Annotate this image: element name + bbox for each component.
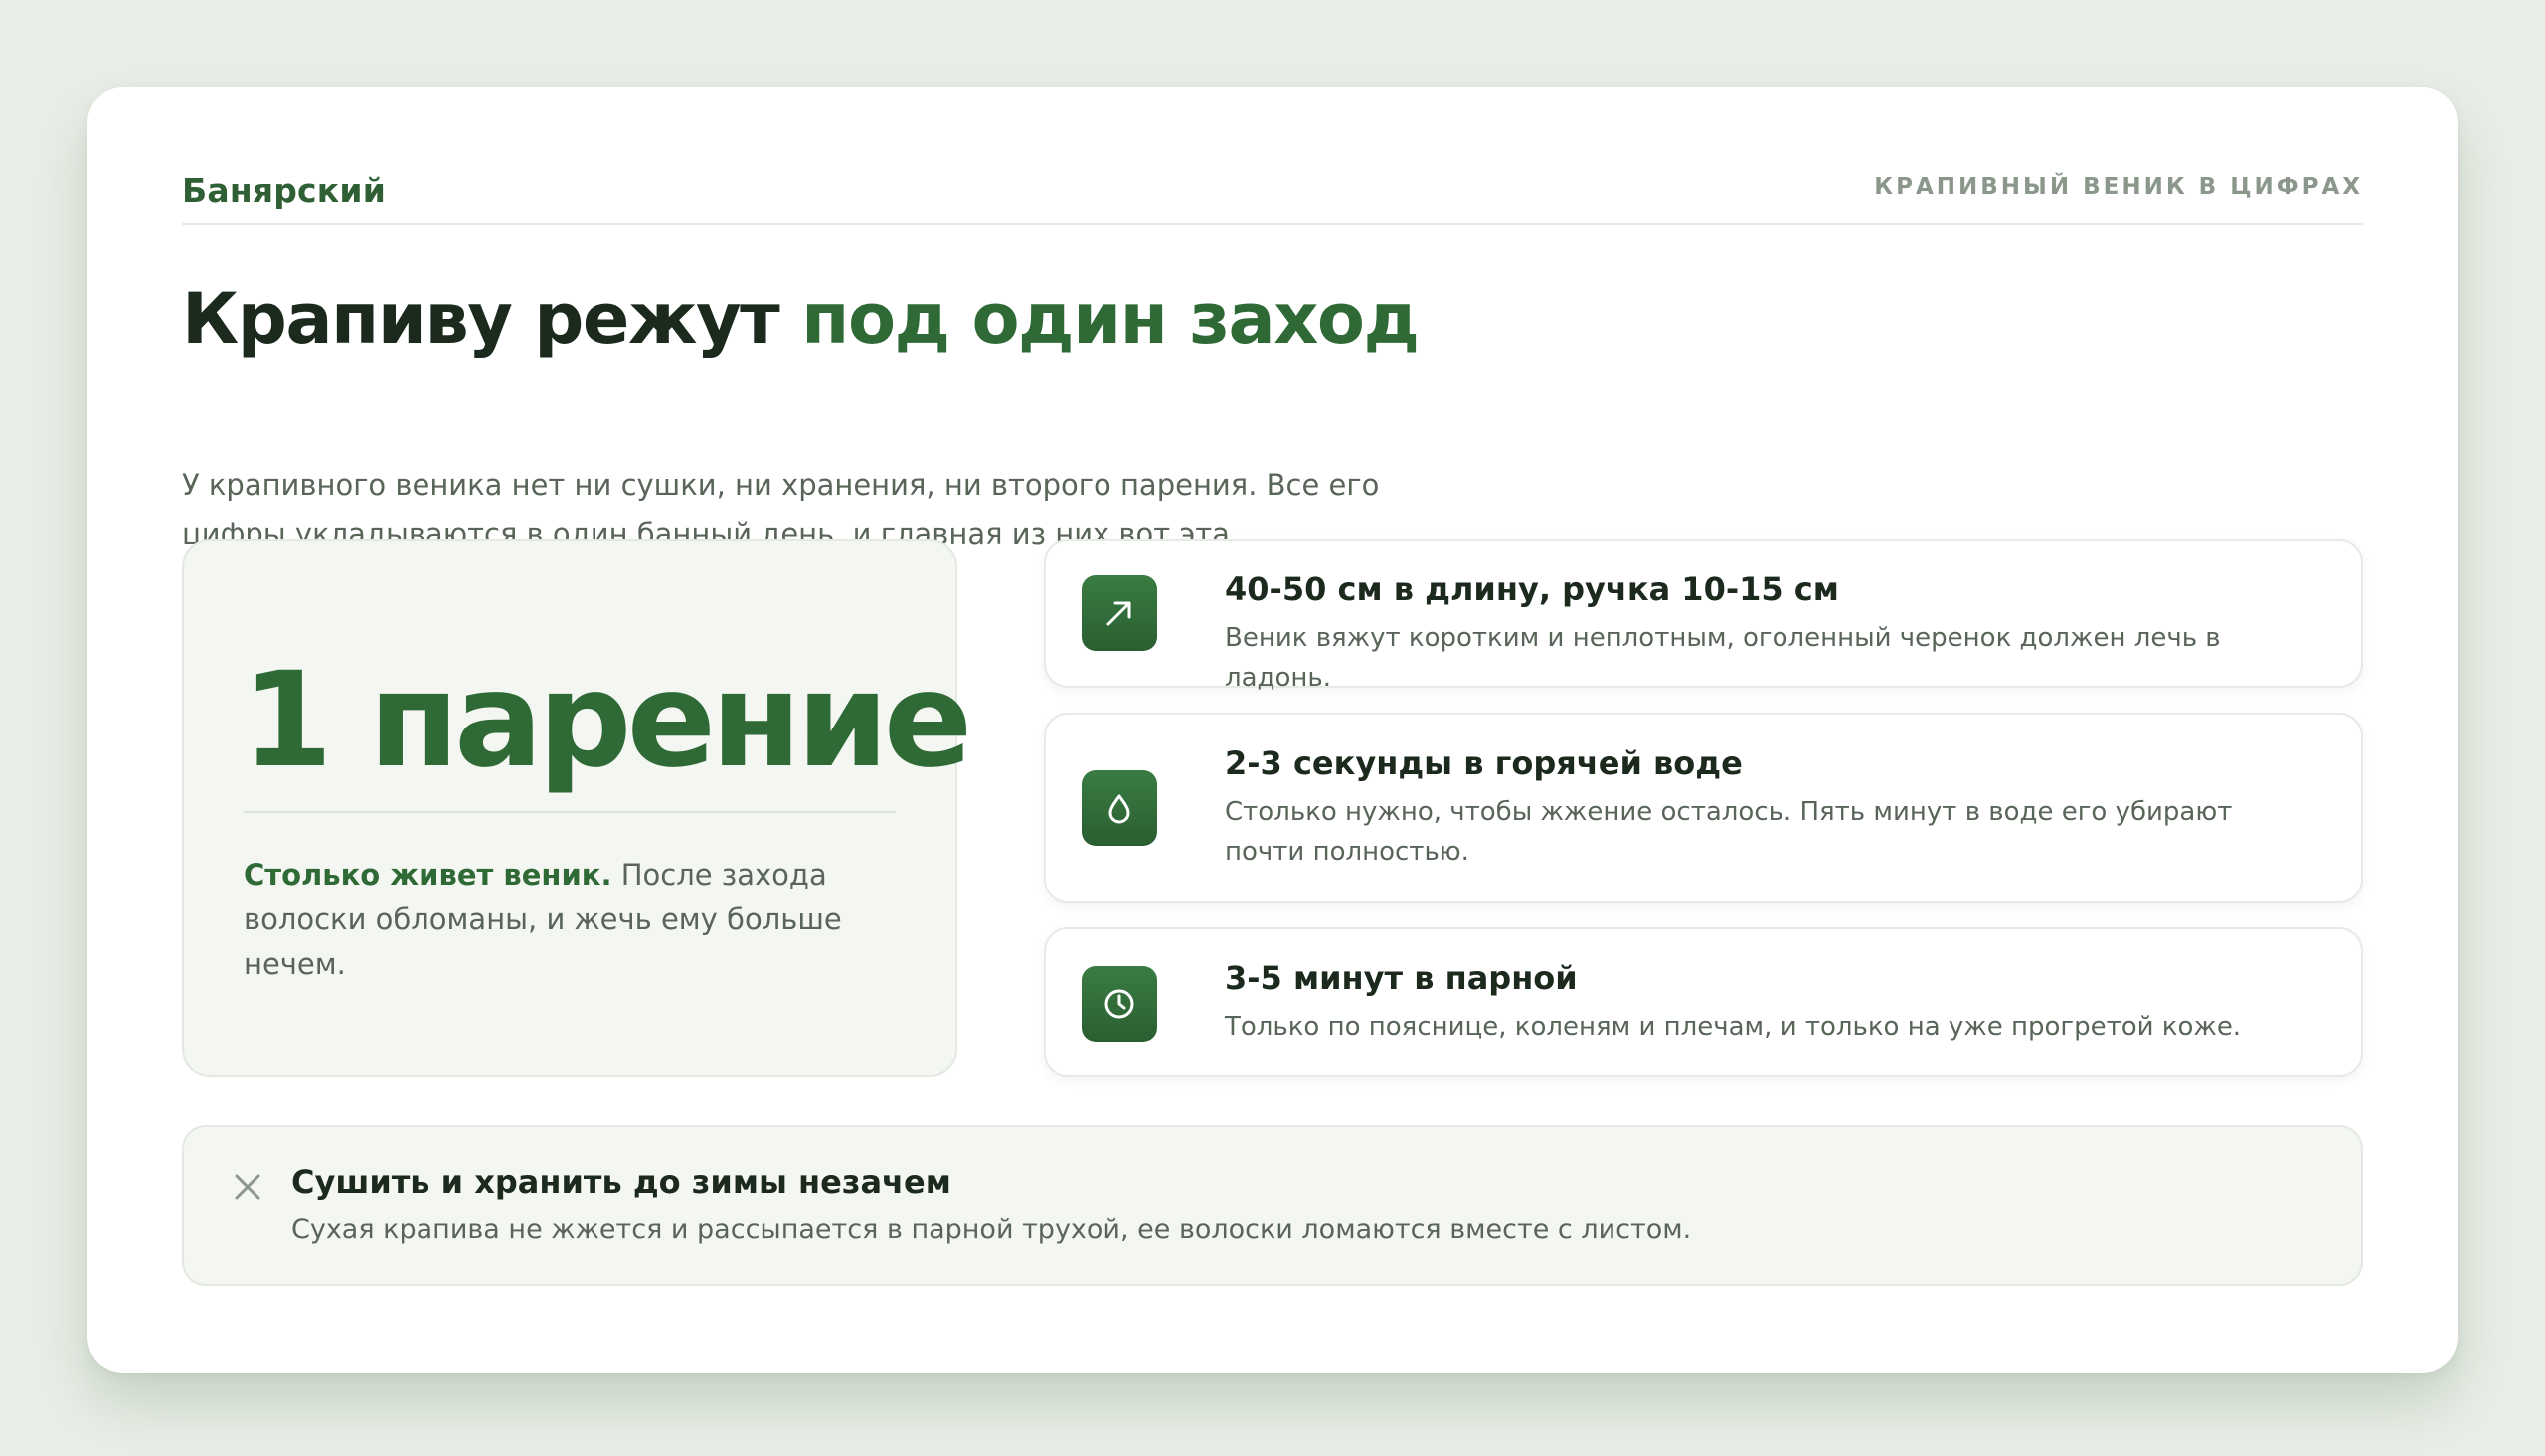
divider [244,811,896,813]
warning-note: Сушить и хранить до зимы незачем Сухая к… [182,1125,2363,1286]
fact-title: 2-3 секунды в горячей воде [1225,744,1743,782]
hero-number: 1 парение [242,644,972,797]
fact-description: Веник вяжут коротким и неплотным, оголен… [1225,623,2221,693]
close-icon [228,1167,267,1207]
top-bar: Банярский КРАПИВНЫЙ ВЕНИК В ЦИФРАХ [182,157,2363,225]
fact-title: 3-5 минут в парной [1225,959,1578,997]
fact-card-water: 2-3 секунды в горячей воде Столько нужно… [1044,713,2363,903]
title-part: Крапиву режут [182,278,802,360]
hero-description-bold: Столько живет веник. [244,858,612,891]
note-title: Сушить и хранить до зимы незачем [291,1163,951,1201]
fact-description: Столько нужно, чтобы жжение осталось. Пя… [1225,797,2233,867]
hero-stat-card: 1 парение Столько живет веник. После зах… [182,539,972,1077]
fact-card-time: 3-5 минут в парной Только по пояснице, к… [1044,927,2363,1077]
water-drop-icon [1082,770,1157,846]
title-accent: под один заход [801,278,1420,360]
hero-description: Столько живет веник. После захода волоск… [244,853,920,987]
fact-title: 40-50 см в длину, ручка 10-15 см [1225,570,1839,608]
brand-logo[interactable]: Банярский [182,171,386,210]
clock-icon [1082,966,1157,1042]
arrow-up-right-icon [1082,575,1157,651]
fact-card-length: 40-50 см в длину, ручка 10-15 см Веник в… [1044,539,2363,693]
note-description: Сухая крапива не жжется и рассыпается в … [291,1214,1692,1245]
section-kicker: КРАПИВНЫЙ ВЕНИК В ЦИФРАХ [1874,174,2363,200]
fact-description: Только по пояснице, коленям и плечам, и … [1225,1012,2242,1042]
page-title: Крапиву режут под один заход [182,278,1971,360]
content-card: Банярский КРАПИВНЫЙ ВЕНИК В ЦИФРАХ Крапи… [87,87,2458,1373]
